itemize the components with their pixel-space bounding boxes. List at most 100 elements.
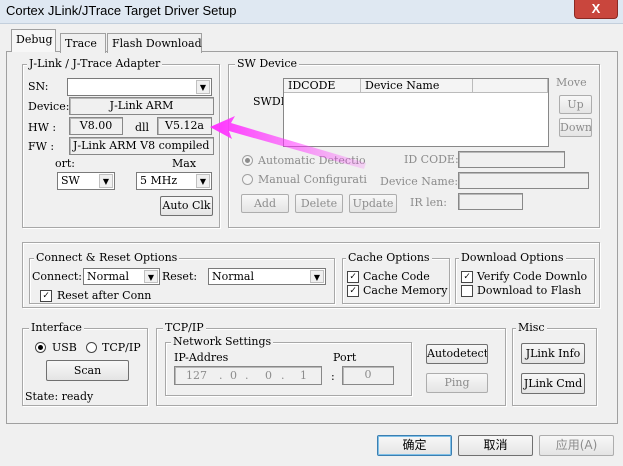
ip-octet-4: 1 [300,369,307,382]
usb-radio[interactable] [35,342,46,353]
manual-configuration-label: Manual Configurati [258,173,367,186]
interface-state: State: ready [25,390,94,403]
ip-address-label: IP-Addres [174,351,229,364]
add-button[interactable]: Add [241,194,289,213]
max-clock-select[interactable]: 5 MHz ▼ [136,172,212,190]
autodetect-button[interactable]: Autodetect [426,344,488,364]
jlink-info-button[interactable]: JLink Info [521,343,585,364]
automatic-detection-label: Automatic Detectio [258,154,366,167]
check-icon: ✓ [349,285,357,296]
column-blank [473,79,548,93]
device-name-label: Device Name: [380,175,459,188]
apply-button[interactable]: 应用(A) [539,435,614,456]
download-to-flash-checkbox[interactable] [461,285,473,297]
ip-octet-1: 127 [186,369,207,382]
connect-value: Normal [87,270,130,283]
ping-button[interactable]: Ping [426,373,488,393]
sn-label: SN: [28,80,49,93]
download-to-flash-label: Download to Flash [477,284,582,297]
sw-device-group-label: SW Device [235,57,300,70]
reset-select[interactable]: Normal ▼ [208,268,326,285]
jlink-cmd-button[interactable]: JLink Cmd [521,373,585,394]
cache-memory-label: Cache Memory [363,284,448,297]
device-name-input[interactable] [458,172,589,189]
network-settings-label: Network Settings [171,335,274,348]
chevron-down-icon: ▼ [196,80,210,94]
reset-label: Reset: [162,270,198,283]
ok-button[interactable]: 确定 [377,435,452,456]
reset-after-connect-label: Reset after Conn [57,289,152,302]
verify-code-checkbox[interactable]: ✓ [461,271,473,283]
move-label: Move [556,76,587,89]
tab-trace[interactable]: Trace [60,33,106,53]
ip-octet-3: 0 [265,369,272,382]
device-label: Device: [28,100,70,113]
port-number-input[interactable]: 0 [342,366,394,385]
up-button[interactable]: Up [559,95,592,114]
interface-group-label: Interface [29,321,84,334]
reset-value: Normal [212,270,255,283]
idcode-input[interactable] [458,151,565,168]
chevron-down-icon: ▼ [99,174,113,188]
ir-len-label: IR len: [410,196,447,209]
cache-options-group-label: Cache Options [346,251,432,264]
check-icon: ✓ [42,290,50,301]
dll-label: dll [135,121,150,134]
delete-button[interactable]: Delete [295,194,343,213]
fw-field: J-Link ARM V8 compiled I [69,137,214,155]
ip-octet-2: 0 [230,369,237,382]
ir-len-input[interactable] [458,193,523,210]
reset-after-connect-checkbox[interactable]: ✓ [40,290,52,302]
verify-code-label: Verify Code Downlo [477,270,588,283]
tab-debug[interactable]: Debug [11,29,56,52]
ip-dot-icon: . [281,369,285,382]
max-clock-label: Max [172,157,197,170]
cancel-button[interactable]: 取消 [458,435,533,456]
column-device-name[interactable]: Device Name [361,79,473,93]
hw-label: HW : [28,121,57,134]
scan-button[interactable]: Scan [46,360,129,381]
download-options-group-label: Download Options [459,251,566,264]
adapter-group-label: J-Link / J-Trace Adapter [27,57,163,70]
connect-reset-group-label: Connect & Reset Options [34,251,180,264]
close-button[interactable]: X [574,0,618,19]
column-idcode[interactable]: IDCODE [284,79,361,93]
tcpip-group-label: TCP/IP [163,321,206,334]
ip-address-input[interactable]: 127 . 0 . 0 . 1 [174,366,322,385]
tcpip-radio[interactable] [86,342,97,353]
cache-memory-checkbox[interactable]: ✓ [347,285,359,297]
device-list[interactable]: IDCODE Device Name [283,78,549,147]
chevron-down-icon: ▼ [310,270,324,283]
down-button[interactable]: Down [559,118,592,137]
max-clock-value: 5 MHz [140,174,178,187]
idcode-label: ID CODE: [404,153,459,166]
port-select[interactable]: SW ▼ [57,172,115,190]
connect-label: Connect: [32,270,83,283]
fw-label: FW : [28,140,55,153]
port-number-label: Port [333,351,357,364]
device-field: J-Link ARM [69,97,214,115]
tab-flash-download[interactable]: Flash Download [107,33,202,53]
connect-select[interactable]: Normal ▼ [83,268,160,285]
port-separator: : [331,370,335,383]
update-button[interactable]: Update [349,194,397,213]
dll-field: V5.12a [157,117,212,135]
window-title: Cortex JLink/JTrace Target Driver Setup [6,3,237,18]
manual-configuration-radio[interactable] [242,174,253,185]
usb-label: USB [52,341,77,354]
automatic-detection-radio[interactable] [242,155,253,166]
check-icon: ✓ [463,271,471,282]
chevron-down-icon: ▼ [196,174,210,188]
tcpip-label: TCP/IP [102,341,141,354]
port-label: ort: [55,157,76,170]
check-icon: ✓ [349,271,357,282]
cache-code-label: Cache Code [363,270,430,283]
sn-select[interactable]: ▼ [67,78,212,96]
port-value: SW [61,174,80,187]
hw-field: V8.00 [69,117,123,135]
cache-code-checkbox[interactable]: ✓ [347,271,359,283]
chevron-down-icon: ▼ [144,270,158,283]
ip-dot-icon: . [219,369,223,382]
misc-group [512,328,597,406]
auto-clk-button[interactable]: Auto Clk [160,196,213,216]
